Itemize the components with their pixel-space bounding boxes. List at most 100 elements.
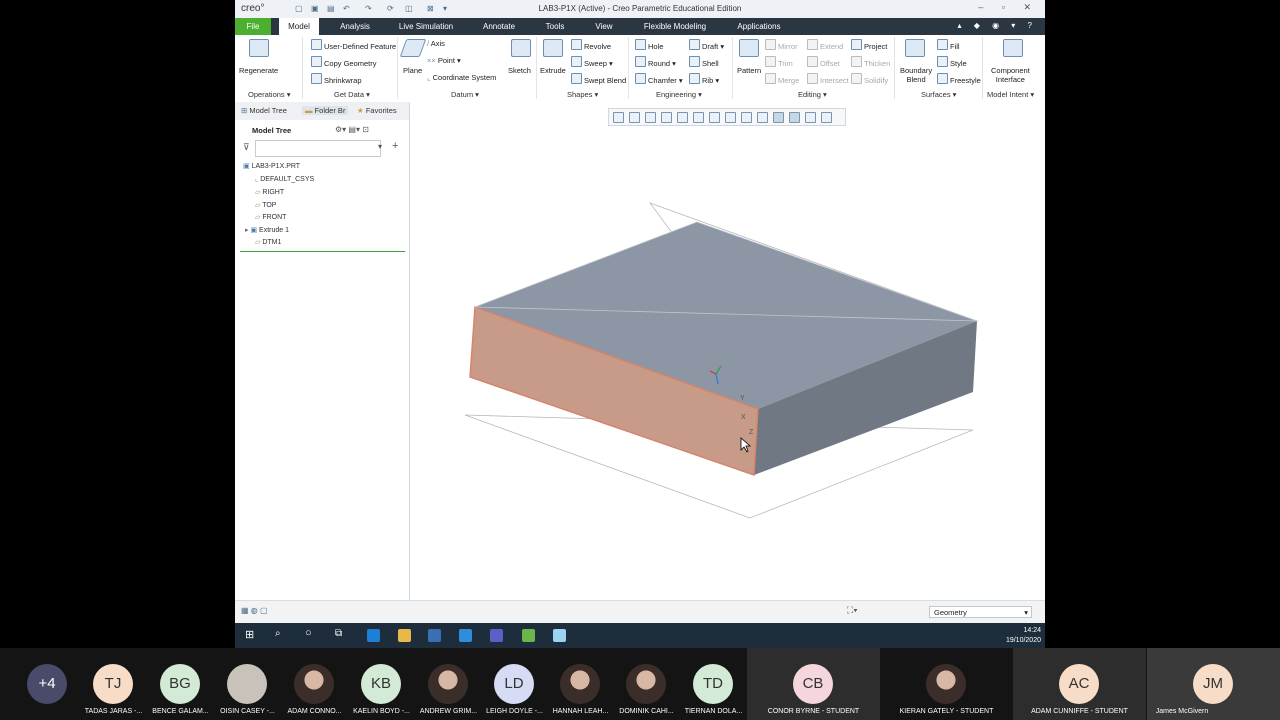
mail-icon[interactable]: [459, 629, 472, 642]
get-data-group-label[interactable]: Get Data ▾: [334, 90, 370, 99]
operations-group-label[interactable]: Operations ▾: [248, 90, 291, 99]
store-icon[interactable]: [428, 629, 441, 642]
plane-button[interactable]: Plane: [403, 66, 422, 75]
chamfer-button[interactable]: Chamfer ▾: [635, 73, 683, 85]
participant-tile[interactable]: ANDREW GRIM...: [415, 648, 482, 720]
taskbar-clock[interactable]: 14:24 19/10/2020: [1006, 626, 1041, 646]
pattern-button[interactable]: Pattern: [737, 66, 761, 75]
axis-button[interactable]: / Axis: [427, 39, 445, 48]
regenerate-button[interactable]: Regenerate: [239, 66, 278, 75]
round-button[interactable]: Round ▾: [635, 56, 676, 68]
hole-button[interactable]: Hole: [635, 39, 663, 51]
style-button[interactable]: Style: [937, 56, 967, 68]
tree-search-input[interactable]: [255, 140, 381, 157]
add-icon[interactable]: +: [392, 140, 398, 152]
participant-tile[interactable]: KIERAN GATELY - STUDENT: [880, 648, 1013, 720]
file-explorer-icon[interactable]: [398, 629, 411, 642]
graphics-viewport[interactable]: Y X Z: [410, 102, 1045, 600]
tab-model-tree[interactable]: ⊞ Model Tree: [241, 106, 287, 115]
insert-here-indicator[interactable]: [240, 251, 405, 252]
selection-filter-dropdown[interactable]: Geometry ▾: [929, 606, 1032, 618]
tab-view[interactable]: View: [587, 18, 621, 35]
cortana-icon[interactable]: ○: [305, 627, 312, 639]
extend-button[interactable]: Extend: [807, 39, 843, 51]
extrude-icon[interactable]: [543, 39, 563, 57]
tab-favorites[interactable]: ★ Favorites: [357, 106, 397, 115]
component-interface-icon[interactable]: [1003, 39, 1023, 57]
participant-tile[interactable]: ADAM CONNO...: [281, 648, 348, 720]
swept-blend-button[interactable]: Swept Blend: [571, 73, 626, 85]
user-defined-feature-button[interactable]: User-Defined Feature: [311, 39, 396, 51]
tree-item-part[interactable]: ▣ LAB3-P1X.PRT: [243, 162, 300, 170]
tab-tools[interactable]: Tools: [537, 18, 573, 35]
draft-button[interactable]: Draft ▾: [689, 39, 724, 51]
ribbon-help-icons[interactable]: ▴ ◆ ◉ ▾ ?: [957, 21, 1037, 30]
filter-dropdown-icon[interactable]: ▾: [378, 142, 382, 151]
search-icon[interactable]: ⌕: [275, 628, 281, 639]
freestyle-button[interactable]: Freestyle: [937, 73, 981, 85]
teams-icon[interactable]: [490, 629, 503, 642]
fill-button[interactable]: Fill: [937, 39, 960, 51]
pattern-icon[interactable]: [739, 39, 759, 57]
project-button[interactable]: Project: [851, 39, 887, 51]
participant-tile[interactable]: CB CONOR BYRNE - STUDENT: [747, 648, 880, 720]
tree-settings-icon[interactable]: ⚙▾ ▤▾ ⊡: [335, 125, 369, 134]
coordinate-system-button[interactable]: ⌞ Coordinate System: [427, 73, 496, 82]
start-icon[interactable]: ⊞: [245, 628, 254, 641]
participant-tile[interactable]: OISIN CASEY -...: [214, 648, 281, 720]
tree-item-dtm1[interactable]: ▱ DTM1: [255, 238, 281, 246]
tab-flexible-modeling[interactable]: Flexible Modeling: [635, 18, 715, 35]
task-view-icon[interactable]: ⧉: [335, 628, 342, 639]
engineering-group-label[interactable]: Engineering ▾: [656, 90, 702, 99]
regenerate-icon[interactable]: [249, 39, 269, 57]
tab-analysis[interactable]: Analysis: [331, 18, 379, 35]
extrude-button[interactable]: Extrude: [540, 66, 566, 75]
participant-tile[interactable]: LD LEIGH DOYLE -...: [481, 648, 548, 720]
edge-icon[interactable]: [367, 629, 380, 642]
tree-item-top[interactable]: ▱ TOP: [255, 201, 276, 209]
sweep-button[interactable]: Sweep ▾: [571, 56, 613, 68]
status-bar-icons[interactable]: ▦ ◍ ▢: [241, 606, 268, 615]
participant-tile[interactable]: JM James McGivern: [1147, 648, 1280, 720]
tab-model[interactable]: Model: [279, 18, 319, 35]
sketch-icon[interactable]: [511, 39, 531, 57]
offset-button[interactable]: Offset: [807, 56, 840, 68]
plane-icon[interactable]: [399, 39, 427, 57]
editing-group-label[interactable]: Editing ▾: [798, 90, 827, 99]
participant-tile[interactable]: BG BENCE GALAM...: [147, 648, 214, 720]
tree-item-default-csys[interactable]: ⌞ DEFAULT_CSYS: [255, 175, 314, 183]
merge-button[interactable]: Merge: [765, 73, 799, 85]
datum-group-label[interactable]: Datum ▾: [451, 90, 479, 99]
participant-tile[interactable]: AC ADAM CUNNIFFE - STUDENT: [1013, 648, 1146, 720]
tab-file[interactable]: File: [235, 18, 271, 35]
shrinkwrap-button[interactable]: Shrinkwrap: [311, 73, 362, 85]
active-window-icon[interactable]: [553, 629, 566, 642]
revolve-button[interactable]: Revolve: [571, 39, 611, 51]
participant-tile[interactable]: TD TIERNAN DOLA...: [680, 648, 747, 720]
window-controls[interactable]: – ▫ ✕: [978, 2, 1039, 13]
rib-button[interactable]: Rib ▾: [689, 73, 719, 85]
participant-tile[interactable]: DOMINIK CAHI...: [613, 648, 680, 720]
tree-item-front[interactable]: ▱ FRONT: [255, 213, 286, 221]
tab-applications[interactable]: Applications: [729, 18, 789, 35]
participant-tile[interactable]: HANNAH LEAH...: [547, 648, 614, 720]
boundary-blend-button[interactable]: Boundary Blend: [900, 66, 932, 84]
trim-button[interactable]: Trim: [765, 56, 793, 68]
tree-item-right[interactable]: ▱ RIGHT: [255, 188, 284, 196]
surfaces-group-label[interactable]: Surfaces ▾: [921, 90, 956, 99]
tab-annotate[interactable]: Annotate: [475, 18, 523, 35]
sketch-button[interactable]: Sketch: [508, 66, 531, 75]
solidify-button[interactable]: Solidify: [851, 73, 888, 85]
copy-geometry-button[interactable]: Copy Geometry: [311, 56, 377, 68]
mirror-button[interactable]: Mirror: [765, 39, 798, 51]
model-intent-group-label[interactable]: Model Intent ▾: [987, 90, 1034, 99]
creo-taskbar-icon[interactable]: [522, 629, 535, 642]
participant-tile[interactable]: TJ TADAS JARAS -...: [80, 648, 147, 720]
shapes-group-label[interactable]: Shapes ▾: [567, 90, 598, 99]
point-button[interactable]: ×× Point ▾: [427, 56, 461, 65]
component-interface-button[interactable]: Component Interface: [991, 66, 1030, 84]
shell-button[interactable]: Shell: [689, 56, 719, 68]
participant-tile[interactable]: KB KAELIN BOYD -...: [348, 648, 415, 720]
tree-item-extrude-1[interactable]: ▸ ▣ Extrude 1: [245, 226, 289, 234]
find-icon[interactable]: ⛶▾: [847, 605, 858, 616]
